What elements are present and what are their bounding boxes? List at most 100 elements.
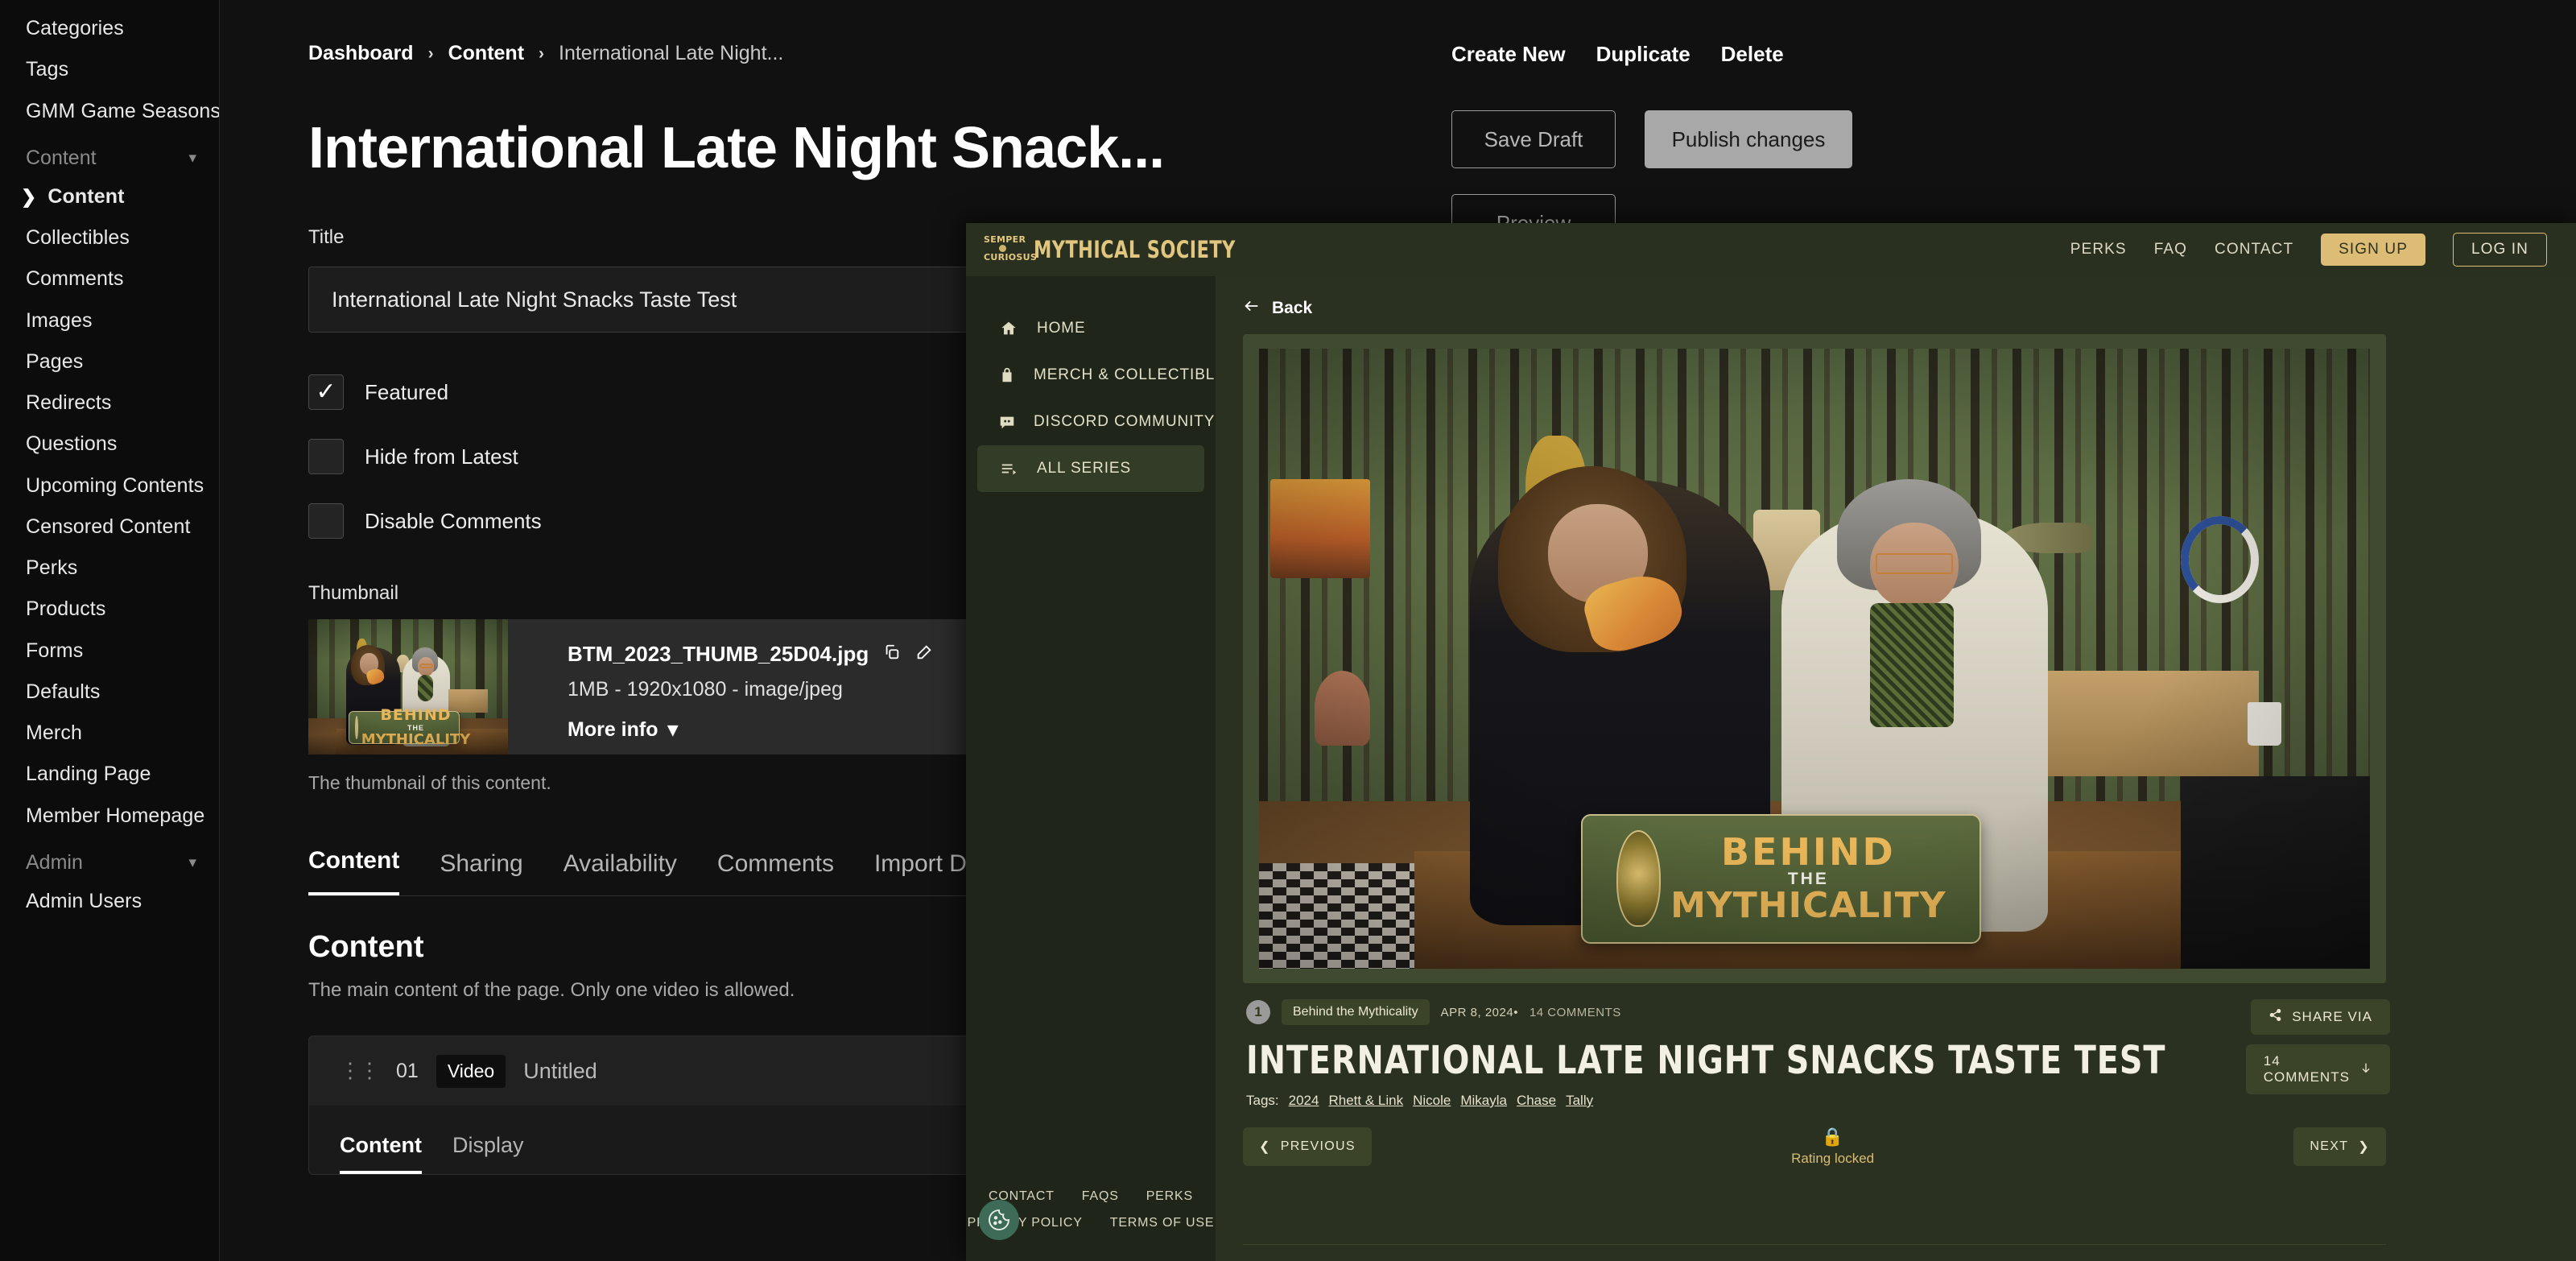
video-meta-left: 1 Behind the Mythicality APR 8, 2024• 14… [1243, 999, 2246, 1109]
site-wordmark: MYTHICAL SOCIETY [1034, 236, 1236, 263]
nav-faq[interactable]: FAQ [2154, 241, 2187, 258]
toolbar-buttons: Save Draft Publish changes [1451, 110, 1991, 168]
share-via-button[interactable]: SHARE VIA [2251, 999, 2390, 1035]
sidebar-item-defaults[interactable]: Defaults [0, 672, 219, 713]
video-navigation-row: ❮ PREVIOUS 🔒 Rating locked NEXT ❯ [1243, 1127, 2386, 1167]
duplicate-button[interactable]: Duplicate [1596, 42, 1690, 67]
sidebar-section-admin[interactable]: Admin ▾ [0, 837, 219, 881]
check-icon: ✓ [316, 378, 336, 405]
site-sidebar-items: HOME MERCH & COLLECTIBLES DISCORD COMMUN… [966, 276, 1236, 492]
tag-chase[interactable]: Chase [1517, 1093, 1556, 1109]
featured-label: Featured [365, 379, 449, 404]
next-button[interactable]: NEXT ❯ [2293, 1127, 2386, 1166]
breadcrumb-dashboard[interactable]: Dashboard [308, 42, 414, 65]
edit-icon[interactable] [915, 642, 933, 667]
back-label: Back [1272, 299, 1313, 317]
arrow-down-icon [2359, 1061, 2372, 1078]
tag-tally[interactable]: Tally [1566, 1093, 1593, 1109]
disable-comments-checkbox[interactable]: ✓ [308, 503, 344, 539]
comments-button[interactable]: 14 COMMENTS [2245, 1044, 2390, 1094]
sidebar-item-images[interactable]: Images [0, 300, 219, 341]
featured-checkbox[interactable]: ✓ [308, 374, 344, 410]
save-draft-button[interactable]: Save Draft [1451, 110, 1616, 168]
tab-content[interactable]: Content [308, 847, 400, 895]
cookie-settings-icon[interactable] [979, 1200, 1019, 1240]
sidebar-item-content[interactable]: ❯ Content [0, 176, 219, 217]
tab-comments[interactable]: Comments [717, 850, 834, 895]
seal-line-1: SEMPER [984, 234, 1026, 245]
sidebar-item-upcoming-contents[interactable]: Upcoming Contents [0, 465, 219, 506]
previous-button[interactable]: ❮ PREVIOUS [1243, 1127, 1372, 1166]
sidebar-item-label: ALL SERIES [1037, 460, 1132, 477]
sign-up-button[interactable]: SIGN UP [2321, 234, 2425, 266]
create-new-button[interactable]: Create New [1451, 42, 1566, 67]
tag-mikayla[interactable]: Mikayla [1460, 1093, 1507, 1109]
delete-button[interactable]: Delete [1721, 42, 1784, 67]
site-brand[interactable]: SEMPER CURIOSUS MYTHICAL SOCIETY [984, 231, 1269, 268]
sidebar-item-label: HOME [1037, 320, 1086, 337]
log-in-button[interactable]: LOG IN [2452, 233, 2547, 267]
sidebar-item-redirects[interactable]: Redirects [0, 382, 219, 424]
publish-changes-button[interactable]: Publish changes [1645, 110, 1852, 168]
avatar: 1 [1246, 1000, 1270, 1024]
breadcrumb-content[interactable]: Content [448, 42, 524, 65]
block-tab-content[interactable]: Content [340, 1133, 422, 1174]
sidebar-item-member-homepage[interactable]: Member Homepage [0, 796, 219, 837]
sidebar-item-forms[interactable]: Forms [0, 630, 219, 672]
sidebar-item-all-series[interactable]: ALL SERIES [977, 445, 1204, 492]
sidebar-item-gmm-game-seasons[interactable]: GMM Game Seasons [0, 91, 221, 132]
tag-2024[interactable]: 2024 [1289, 1093, 1319, 1109]
chevron-down-icon: ▾ [188, 149, 196, 167]
previous-label: PREVIOUS [1280, 1139, 1356, 1153]
sidebar-section-content[interactable]: Content ▾ [0, 132, 219, 176]
sidebar-section-label: Content [26, 146, 97, 169]
footer-faqs[interactable]: FAQS [1082, 1183, 1119, 1210]
nav-perks[interactable]: PERKS [2070, 241, 2127, 258]
chevron-right-icon: ❯ [2358, 1140, 2370, 1154]
video-meta-top: 1 Behind the Mythicality APR 8, 2024• 14… [1246, 999, 2246, 1025]
share-icon [2268, 1008, 2282, 1026]
hide-from-latest-checkbox[interactable]: ✓ [308, 439, 344, 474]
tag-rhett-and-link[interactable]: Rhett & Link [1328, 1093, 1403, 1109]
chevron-down-icon: ▾ [188, 854, 196, 871]
sidebar-item-admin-users[interactable]: Admin Users [0, 881, 219, 922]
block-tab-display[interactable]: Display [452, 1133, 524, 1174]
footer-perks[interactable]: PERKS [1146, 1183, 1193, 1210]
sidebar-item-perks[interactable]: Perks [0, 548, 219, 589]
tab-availability[interactable]: Availability [564, 850, 677, 895]
content-bottom-divider [1243, 1244, 2386, 1245]
thumbnail-more-info-toggle[interactable]: More info ▾ [568, 717, 933, 742]
sidebar-item-label: Images [26, 308, 93, 332]
video-player[interactable]: BEHIND THE MYTHICALITY [1243, 334, 2386, 983]
back-button[interactable]: Back [1243, 297, 2549, 320]
video-meta-row: 1 Behind the Mythicality APR 8, 2024• 14… [1243, 999, 2390, 1109]
thumbnail-preview-image[interactable]: BEHIND THE MYTHICALITY [308, 619, 508, 755]
chevron-right-icon: › [427, 43, 434, 63]
sidebar-item-label: Merch [26, 721, 82, 744]
sidebar-item-landing-page[interactable]: Landing Page [0, 754, 219, 795]
sidebar-item-collectibles[interactable]: Collectibles [0, 217, 219, 258]
tag-nicole[interactable]: Nicole [1413, 1093, 1451, 1109]
block-name: Untitled [523, 1058, 597, 1083]
sidebar-item-home[interactable]: HOME [977, 305, 1204, 352]
sidebar-item-comments[interactable]: Comments [0, 258, 219, 300]
sidebar-item-label: MERCH & COLLECTIBLES [1034, 366, 1237, 383]
sidebar-item-questions[interactable]: Questions [0, 424, 219, 465]
category-badge[interactable]: Behind the Mythicality [1282, 999, 1430, 1025]
footer-terms-of-use[interactable]: TERMS OF USE [1110, 1209, 1215, 1237]
sidebar-item-merch-collectibles[interactable]: MERCH & COLLECTIBLES [977, 352, 1236, 399]
sidebar-item-categories[interactable]: Categories [0, 8, 219, 49]
sidebar-item-censored-content[interactable]: Censored Content [0, 506, 219, 548]
tab-sharing[interactable]: Sharing [440, 850, 522, 895]
copy-icon[interactable] [883, 642, 901, 667]
sidebar-item-discord-community[interactable]: DISCORD COMMUNITY [977, 399, 1214, 445]
sidebar-item-products[interactable]: Products [0, 589, 219, 630]
sidebar-item-pages[interactable]: Pages [0, 341, 219, 382]
sidebar-item-merch[interactable]: Merch [0, 713, 219, 754]
sidebar-item-tags[interactable]: Tags [0, 49, 219, 90]
site-body: HOME MERCH & COLLECTIBLES DISCORD COMMUN… [966, 276, 2576, 1261]
sidebar-item-label: Censored Content [26, 515, 191, 538]
tags-row: Tags: 2024 Rhett & Link Nicole Mikayla C… [1246, 1093, 2246, 1109]
nav-contact[interactable]: CONTACT [2215, 241, 2293, 258]
drag-handle-icon[interactable]: ⋮⋮ [340, 1060, 380, 1081]
